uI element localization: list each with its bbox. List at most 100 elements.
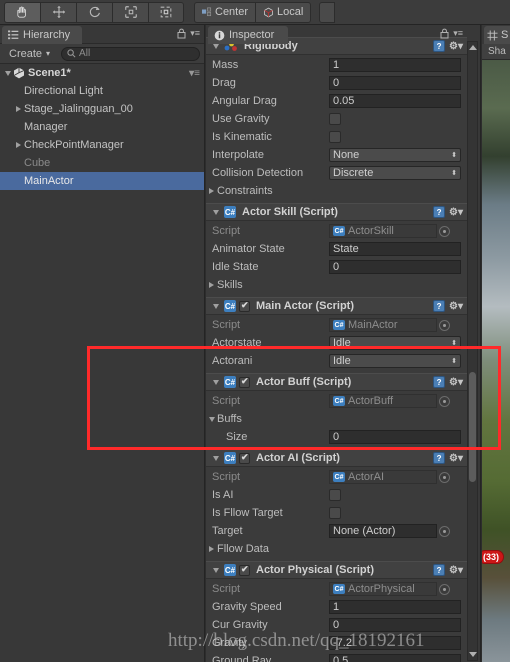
inspector-scroll-thumb[interactable] — [469, 372, 476, 482]
property-value-input[interactable]: 0.5 — [329, 654, 461, 662]
property-foldout-arrow-icon[interactable] — [206, 282, 217, 288]
script-reference-field[interactable]: C# ActorBuff — [329, 394, 437, 408]
component-title: Actor Buff (Script) — [256, 376, 352, 388]
hierarchy-item-directional-light[interactable]: Directional Light — [0, 82, 204, 100]
scale-tool-button[interactable] — [112, 1, 148, 23]
property-value-input[interactable]: 1 — [329, 58, 461, 72]
component-header-actor-skill-script[interactable]: C# Actor Skill (Script)? ⚙▾ — [206, 203, 467, 221]
gear-icon[interactable]: ⚙▾ — [449, 301, 463, 312]
property-dropdown[interactable]: Idle ⬍ — [329, 354, 461, 368]
lock-icon[interactable] — [177, 28, 186, 39]
property-dropdown[interactable]: Idle ⬍ — [329, 336, 461, 350]
gear-icon[interactable]: ⚙▾ — [449, 207, 463, 218]
property-foldout-arrow-icon[interactable] — [206, 416, 217, 422]
space-mode-button[interactable]: Local — [255, 1, 312, 23]
create-button[interactable]: Create ▾ — [4, 47, 55, 61]
property-checkbox[interactable] — [329, 131, 341, 143]
property-value-input[interactable]: State — [329, 242, 461, 256]
script-reference-field[interactable]: C# ActorSkill — [329, 224, 437, 238]
property-label: Animator State — [212, 243, 285, 255]
property-value-input[interactable]: 0 — [329, 618, 461, 632]
tab-scene[interactable]: S — [484, 26, 510, 44]
scroll-down-arrow[interactable] — [468, 650, 477, 659]
gear-icon[interactable]: ⚙▾ — [449, 453, 463, 464]
component-collapse-arrow-icon[interactable] — [210, 209, 221, 215]
scroll-up-arrow[interactable] — [468, 43, 477, 52]
scene-view-thumbnail[interactable] — [482, 60, 510, 662]
hand-tool-button[interactable] — [4, 1, 40, 23]
property-value-input[interactable]: -7.2 — [329, 636, 461, 650]
hierarchy-search-input[interactable]: All — [61, 46, 200, 61]
rotate-tool-button[interactable] — [76, 1, 112, 23]
property-value-input[interactable]: 0 — [329, 430, 461, 444]
property-row-mass: Mass 1 — [206, 56, 467, 74]
tab-inspector[interactable]: Inspector — [208, 26, 289, 44]
property-checkbox[interactable] — [329, 489, 341, 501]
property-checkbox[interactable] — [329, 507, 341, 519]
object-picker-icon[interactable] — [439, 583, 450, 595]
tab-hierarchy[interactable]: Hierarchy — [2, 26, 83, 44]
component-collapse-arrow-icon[interactable] — [210, 43, 221, 49]
object-reference-field[interactable]: None (Actor) — [329, 524, 437, 538]
component-header-actor-buff-script[interactable]: C#Actor Buff (Script)?⚙▾ — [206, 373, 467, 391]
hierarchy-item-scene1[interactable]: Scene1* ▾≡ — [0, 64, 204, 82]
object-picker-icon[interactable] — [439, 225, 450, 237]
gear-icon[interactable]: ⚙▾ — [449, 565, 463, 576]
move-tool-button[interactable] — [40, 1, 76, 23]
script-reference-field[interactable]: C# MainActor — [329, 318, 437, 332]
component-enable-checkbox[interactable] — [239, 564, 250, 576]
component-enable-checkbox[interactable] — [239, 452, 250, 464]
property-foldout-arrow-icon[interactable] — [206, 188, 217, 194]
play-button[interactable] — [319, 1, 336, 23]
scene-context-menu-icon[interactable]: ▾≡ — [189, 68, 200, 79]
hierarchy-item-checkpointmanager[interactable]: CheckPointManager — [0, 136, 204, 154]
lock-icon[interactable] — [440, 28, 449, 39]
hierarchy-item-mainactor[interactable]: MainActor — [0, 172, 204, 190]
component-header-actor-physical-script[interactable]: C#Actor Physical (Script)?⚙▾ — [206, 561, 467, 579]
help-icon[interactable]: ? — [433, 40, 446, 52]
component-header-main-actor-script[interactable]: C#Main Actor (Script)?⚙▾ — [206, 297, 467, 315]
component-header-actor-ai-script[interactable]: C#Actor AI (Script)?⚙▾ — [206, 449, 467, 467]
property-checkbox[interactable] — [329, 113, 341, 125]
property-foldout-arrow-icon[interactable] — [206, 546, 217, 552]
property-value-input[interactable]: 0.05 — [329, 94, 461, 108]
help-icon[interactable]: ? — [433, 452, 446, 464]
unity-scene-icon — [13, 67, 25, 79]
help-icon[interactable]: ? — [433, 564, 446, 576]
collapse-arrow-icon[interactable] — [2, 70, 13, 76]
component-collapse-arrow-icon[interactable] — [210, 303, 221, 309]
property-dropdown[interactable]: None ⬍ — [329, 148, 461, 162]
help-icon[interactable]: ? — [433, 206, 446, 218]
inspector-menu-icon[interactable]: ▾≡ — [453, 28, 463, 39]
hierarchy-item-stage-jialingguan-00[interactable]: Stage_Jialingguan_00 — [0, 100, 204, 118]
component-collapse-arrow-icon[interactable] — [210, 567, 221, 573]
property-value-input[interactable]: 0 — [329, 260, 461, 274]
hierarchy-menu-icon[interactable]: ▾≡ — [190, 28, 200, 39]
object-picker-icon[interactable] — [439, 319, 450, 331]
object-picker-icon[interactable] — [439, 471, 450, 483]
property-dropdown[interactable]: Discrete ⬍ — [329, 166, 461, 180]
script-reference-field[interactable]: C# ActorAI — [329, 470, 437, 484]
help-icon[interactable]: ? — [433, 376, 446, 388]
property-value-input[interactable]: 1 — [329, 600, 461, 614]
component-enable-checkbox[interactable] — [239, 300, 250, 312]
property-value-input[interactable]: 0 — [329, 76, 461, 90]
component-collapse-arrow-icon[interactable] — [210, 379, 221, 385]
help-icon[interactable]: ? — [433, 300, 446, 312]
component-header-actions: ? ⚙▾ — [433, 300, 463, 312]
object-picker-icon[interactable] — [439, 525, 450, 537]
hierarchy-item-cube[interactable]: Cube — [0, 154, 204, 172]
gear-icon[interactable]: ⚙▾ — [449, 41, 463, 52]
script-reference-field[interactable]: C# ActorPhysical — [329, 582, 437, 596]
inspector-scrollbar[interactable] — [467, 41, 478, 661]
component-collapse-arrow-icon[interactable] — [210, 455, 221, 461]
object-picker-icon[interactable] — [439, 395, 450, 407]
pivot-mode-button[interactable]: Center — [194, 1, 256, 23]
expand-arrow-icon[interactable] — [13, 142, 24, 148]
expand-arrow-icon[interactable] — [13, 106, 24, 112]
property-dropdown-value: Idle — [333, 337, 351, 349]
gear-icon[interactable]: ⚙▾ — [449, 377, 463, 388]
rect-tool-button[interactable] — [148, 1, 184, 23]
component-enable-checkbox[interactable] — [239, 376, 250, 388]
hierarchy-item-manager[interactable]: Manager — [0, 118, 204, 136]
